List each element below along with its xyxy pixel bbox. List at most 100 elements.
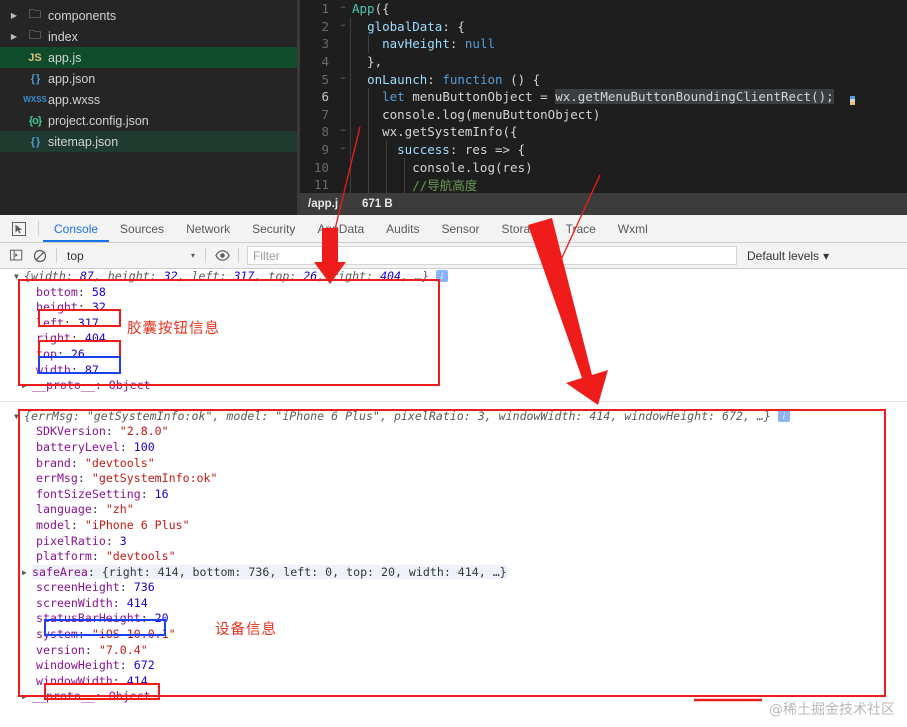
watermark: @稀土掘金技术社区 [769, 702, 895, 718]
code-line[interactable]: 11 //导航高度 [300, 175, 907, 193]
file-tree-item[interactable]: { } sitemap.json [0, 131, 300, 152]
code-lines[interactable]: 1− App({2− globalData: {3 navHeight: null… [300, 0, 907, 193]
code-line[interactable]: 9− success: res => { [300, 140, 907, 159]
console-object-summary[interactable]: {width: 87, height: 32, left: 317, top: … [0, 269, 907, 285]
code-text: }, [352, 54, 383, 70]
console-property: safeArea: {right: 414, bottom: 736, left… [0, 564, 907, 581]
tab-label: Console [54, 221, 99, 236]
tab-appdata[interactable]: AppData [306, 215, 375, 242]
tab-sensor[interactable]: Sensor [431, 215, 491, 242]
console-object-summary[interactable]: {errMsg: "getSystemInfo:ok", model: "iPh… [0, 409, 907, 425]
fold-toggle-icon[interactable]: − [336, 127, 350, 136]
fold-toggle-icon[interactable]: − [336, 21, 350, 31]
tab-security[interactable]: Security [241, 215, 306, 242]
property-value: "getSystemInfo:ok" [91, 471, 218, 486]
code-text: //导航高度 [412, 178, 478, 193]
json-file-icon: { } [30, 72, 41, 85]
tab-label: Sensor [441, 221, 480, 236]
console-filter-input[interactable]: Filter [247, 246, 738, 265]
collapse-triangle-icon[interactable] [14, 269, 24, 285]
code-text: console.log(res) [352, 159, 533, 175]
status-file-size: 671 B [362, 198, 393, 210]
tab-storage[interactable]: Storage [491, 215, 555, 242]
file-tree-item-label: app.wxss [48, 92, 101, 107]
file-tree-item[interactable]: WXSS app.wxss [0, 89, 300, 110]
property-value: 20 [154, 611, 169, 626]
tab-network[interactable]: Network [175, 215, 241, 242]
tab-label: Wxml [617, 221, 648, 236]
status-file-path: /app.j [308, 198, 339, 210]
tab-sources[interactable]: Sources [109, 215, 175, 242]
show-console-sidebar-icon[interactable] [4, 244, 28, 268]
console-context-selector[interactable]: top [61, 249, 191, 263]
code-line[interactable]: 2− globalData: { [300, 17, 907, 36]
property-value: 3 [119, 533, 127, 548]
log-level-selector[interactable]: Default levels ▾ [747, 249, 829, 263]
chevron-down-icon[interactable]: ▾ [191, 251, 201, 260]
clear-console-icon[interactable] [28, 244, 52, 268]
property-value: "iPhone 6 Plus" [84, 517, 190, 532]
code-text: App({ [352, 1, 390, 17]
fold-toggle-icon[interactable]: − [336, 74, 350, 84]
code-editor[interactable]: 1− App({2− globalData: {3 navHeight: null… [300, 0, 907, 215]
collapse-triangle-icon[interactable] [14, 409, 24, 425]
expand-triangle-icon[interactable] [22, 689, 32, 705]
tab-console[interactable]: Console [43, 215, 109, 242]
tab-trace[interactable]: Trace [555, 215, 607, 242]
property-value: "2.8.0" [119, 424, 169, 439]
fold-toggle-icon[interactable]: − [336, 145, 350, 154]
code-line[interactable]: 3 navHeight: null [300, 35, 907, 53]
console-proto-row[interactable]: __proto__: Object [0, 378, 907, 394]
expand-triangle-icon[interactable] [22, 378, 32, 394]
console-property: height: 32 [36, 300, 106, 315]
file-tree-item[interactable]: { } app.json [0, 68, 300, 89]
code-line[interactable]: 6 let menuButtonObject = wx.getMenuButto… [300, 87, 907, 106]
folder-icon: 🗀 [28, 28, 41, 42]
live-expression-icon[interactable] [210, 244, 234, 268]
property-value: "zh" [105, 502, 134, 517]
file-tree-item[interactable]: JS app.js [0, 47, 300, 68]
file-tree-item[interactable]: {o} project.config.json [0, 110, 300, 131]
app-window: ▶ 🗀 components ▶ 🗀 index JS app.js{ } app.json WX… [0, 0, 907, 727]
tab-label: Storage [501, 221, 544, 236]
console-entry-divider [0, 400, 907, 402]
file-tree-item-label: project.config.json [48, 113, 149, 128]
code-line[interactable]: 5− onLaunch: function () { [300, 70, 907, 88]
expand-triangle-icon[interactable] [22, 565, 32, 581]
code-line[interactable]: 10 console.log(res) [300, 158, 907, 176]
tab-label: Security [252, 221, 296, 236]
object-preview: {width: 87, height: 32, left: 317, top: … [24, 269, 429, 283]
file-tree-item[interactable]: ▶ 🗀 components [0, 5, 300, 26]
property-value: 404 [84, 331, 106, 346]
devtools-tabbar: Console Sources Network Security AppData Audi… [0, 215, 907, 243]
property-value: "devtools" [84, 455, 155, 470]
chevron-right-icon[interactable]: ▶ [6, 11, 22, 20]
property-value: 16 [154, 486, 169, 501]
json-file-icon: { } [30, 135, 41, 148]
code-line[interactable]: 8− wx.getSystemInfo({ [300, 123, 907, 141]
inspect-element-icon[interactable] [4, 215, 34, 242]
config-file-icon: {o} [28, 114, 42, 127]
property-value: 87 [84, 362, 99, 377]
line-number: 4 [321, 54, 329, 70]
code-line[interactable]: 7 console.log(menuButtonObject) [300, 105, 907, 124]
property-key: top [36, 346, 57, 361]
property-value: 317 [77, 315, 99, 330]
code-line[interactable]: 4 }, [300, 52, 907, 71]
property-key: windowHeight [36, 658, 120, 673]
code-line[interactable]: 1− App({ [300, 0, 907, 18]
file-tree-item[interactable]: ▶ 🗀 index [0, 26, 300, 47]
console-property: top: 26 [36, 346, 85, 361]
devtools-panel: Console Sources Network Security AppData Audi… [0, 215, 907, 727]
property-value: 58 [91, 284, 106, 299]
code-text: globalData: { [367, 18, 465, 34]
property-key: pixelRatio [36, 533, 106, 548]
fold-toggle-icon[interactable]: − [336, 4, 350, 13]
console-property: version: "7.0.4" [36, 642, 148, 657]
line-number: 8 [321, 124, 329, 140]
tab-audits[interactable]: Audits [375, 215, 430, 242]
chevron-right-icon[interactable]: ▶ [6, 32, 22, 41]
property-value: "iOS 10.0.1" [91, 627, 176, 642]
file-tree-item-label: sitemap.json [48, 134, 119, 149]
tab-wxml[interactable]: Wxml [607, 215, 659, 242]
